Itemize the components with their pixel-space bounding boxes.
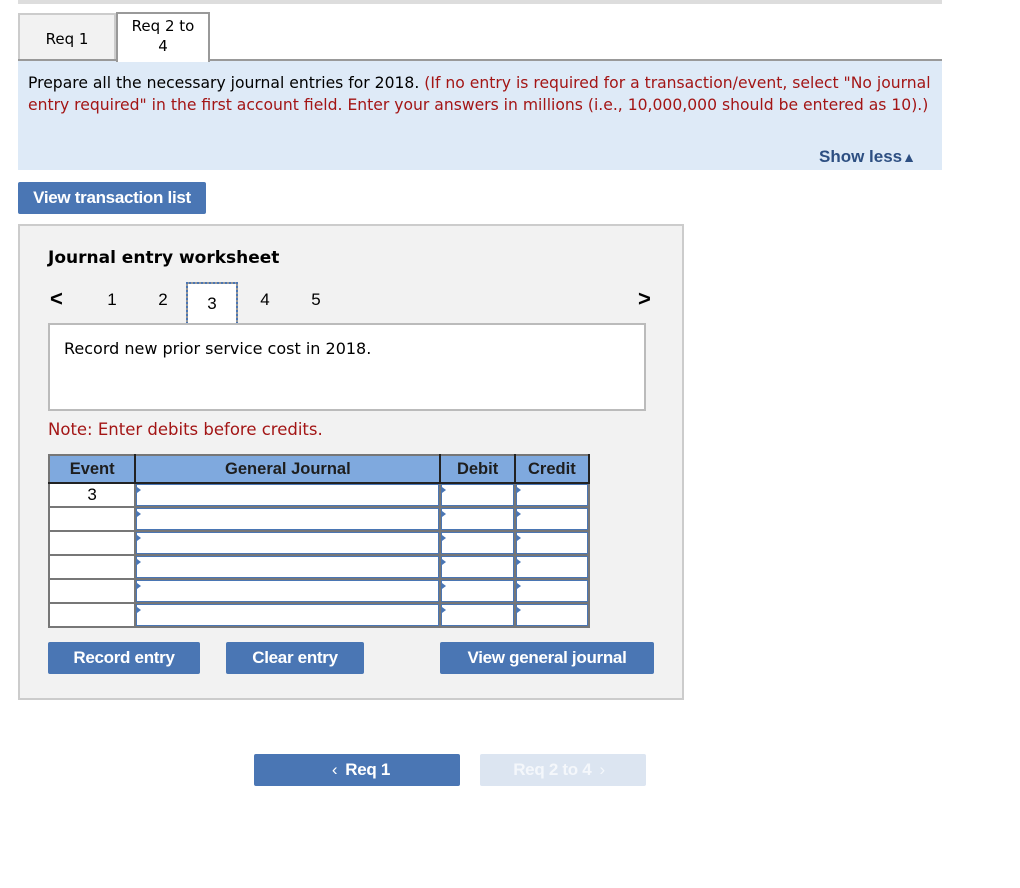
- page-4[interactable]: 4: [255, 290, 275, 310]
- credit-cell[interactable]: [513, 554, 591, 580]
- tab-req-1[interactable]: Req 1: [18, 13, 116, 60]
- account-cell[interactable]: [134, 530, 442, 556]
- credit-input[interactable]: [515, 532, 588, 554]
- account-input[interactable]: [136, 556, 440, 578]
- page-2[interactable]: 2: [153, 290, 173, 310]
- debit-input[interactable]: [441, 508, 514, 530]
- credit-input[interactable]: [515, 484, 588, 506]
- chevron-right-icon[interactable]: >: [638, 286, 651, 312]
- account-input[interactable]: [136, 580, 440, 602]
- triangle-up-icon: ▲: [902, 149, 916, 165]
- account-cell[interactable]: [134, 554, 442, 580]
- account-input[interactable]: [136, 604, 440, 626]
- record-entry-button[interactable]: Record entry: [48, 642, 200, 674]
- header-event: Event: [49, 455, 137, 484]
- page-1[interactable]: 1: [102, 290, 122, 310]
- event-cell: [48, 602, 137, 628]
- worksheet-title: Journal entry worksheet: [48, 248, 280, 268]
- page-3-current[interactable]: 3: [186, 282, 238, 328]
- worksheet-pager: < 1 2 3 4 5 >: [20, 282, 682, 328]
- debit-input[interactable]: [441, 604, 514, 626]
- account-cell[interactable]: [134, 578, 442, 604]
- credit-cell[interactable]: [513, 578, 591, 604]
- debit-input[interactable]: [441, 580, 514, 602]
- credit-input[interactable]: [515, 508, 588, 530]
- credit-cell[interactable]: [513, 482, 591, 508]
- journal-entry-worksheet: Journal entry worksheet < 1 2 3 4 5 > Re…: [18, 224, 684, 700]
- debit-cell[interactable]: [439, 482, 516, 508]
- credit-cell[interactable]: [513, 602, 591, 628]
- table-row: 3: [48, 482, 591, 508]
- debit-cell[interactable]: [439, 554, 516, 580]
- header-general-journal: General Journal: [135, 455, 442, 484]
- account-cell[interactable]: [134, 602, 442, 628]
- debit-cell[interactable]: [439, 530, 516, 556]
- tab-req-2-to-4[interactable]: Req 2 to 4: [116, 12, 210, 62]
- header-debit: Debit: [440, 455, 516, 484]
- account-input[interactable]: [136, 484, 440, 506]
- tab-req-1-label: Req 1: [45, 30, 89, 48]
- journal-table: Event General Journal Debit Credit 3: [48, 454, 591, 628]
- event-cell: [48, 578, 137, 604]
- header-credit: Credit: [514, 455, 591, 484]
- credit-input[interactable]: [515, 580, 588, 602]
- debit-cell[interactable]: [439, 506, 516, 532]
- chevron-right-icon: ›: [599, 760, 605, 779]
- chevron-left-icon[interactable]: <: [50, 286, 63, 312]
- transaction-description-text: Record new prior service cost in 2018.: [64, 339, 372, 358]
- next-requirement-button[interactable]: Req 2 to 4 ›: [480, 754, 646, 786]
- account-cell[interactable]: [134, 506, 442, 532]
- account-input[interactable]: [136, 508, 440, 530]
- debit-input[interactable]: [441, 484, 514, 506]
- debit-cell[interactable]: [439, 602, 516, 628]
- debit-input[interactable]: [441, 532, 514, 554]
- table-row: [48, 506, 591, 532]
- chevron-left-icon: ‹: [331, 760, 338, 779]
- transaction-description: Record new prior service cost in 2018.: [48, 323, 646, 411]
- prev-requirement-label: Req 1: [345, 760, 391, 779]
- event-cell: [48, 506, 137, 532]
- next-requirement-label: Req 2 to 4: [513, 760, 592, 779]
- show-less-label: Show less: [819, 147, 903, 166]
- credit-cell[interactable]: [513, 530, 591, 556]
- instructions-panel: Prepare all the necessary journal entrie…: [18, 61, 942, 170]
- event-cell: [48, 530, 137, 556]
- debit-cell[interactable]: [439, 578, 516, 604]
- table-row: [48, 530, 591, 556]
- view-transaction-list-button[interactable]: View transaction list: [18, 182, 206, 214]
- event-cell: 3: [48, 482, 137, 508]
- table-row: [48, 554, 591, 580]
- account-input[interactable]: [136, 532, 440, 554]
- top-divider: [18, 0, 942, 4]
- table-row: [48, 578, 591, 604]
- credit-input[interactable]: [515, 604, 588, 626]
- instructions-main-text: Prepare all the necessary journal entrie…: [28, 74, 420, 92]
- credit-cell[interactable]: [513, 506, 591, 532]
- view-general-journal-button[interactable]: View general journal: [440, 642, 654, 674]
- event-cell: [48, 554, 137, 580]
- tab-req-2-to-4-label-line2: 4: [158, 37, 168, 55]
- show-less-link[interactable]: Show less▲: [819, 146, 916, 168]
- prev-requirement-button[interactable]: ‹ Req 1: [254, 754, 460, 786]
- journal-header-row: Event General Journal Debit Credit: [49, 455, 591, 484]
- debits-note: Note: Enter debits before credits.: [48, 420, 323, 439]
- debit-input[interactable]: [441, 556, 514, 578]
- page-5[interactable]: 5: [306, 290, 326, 310]
- account-cell[interactable]: [134, 482, 442, 508]
- credit-input[interactable]: [515, 556, 588, 578]
- table-row: [48, 602, 591, 628]
- tab-req-2-to-4-label-line1: Req 2 to: [131, 17, 195, 35]
- clear-entry-button[interactable]: Clear entry: [226, 642, 364, 674]
